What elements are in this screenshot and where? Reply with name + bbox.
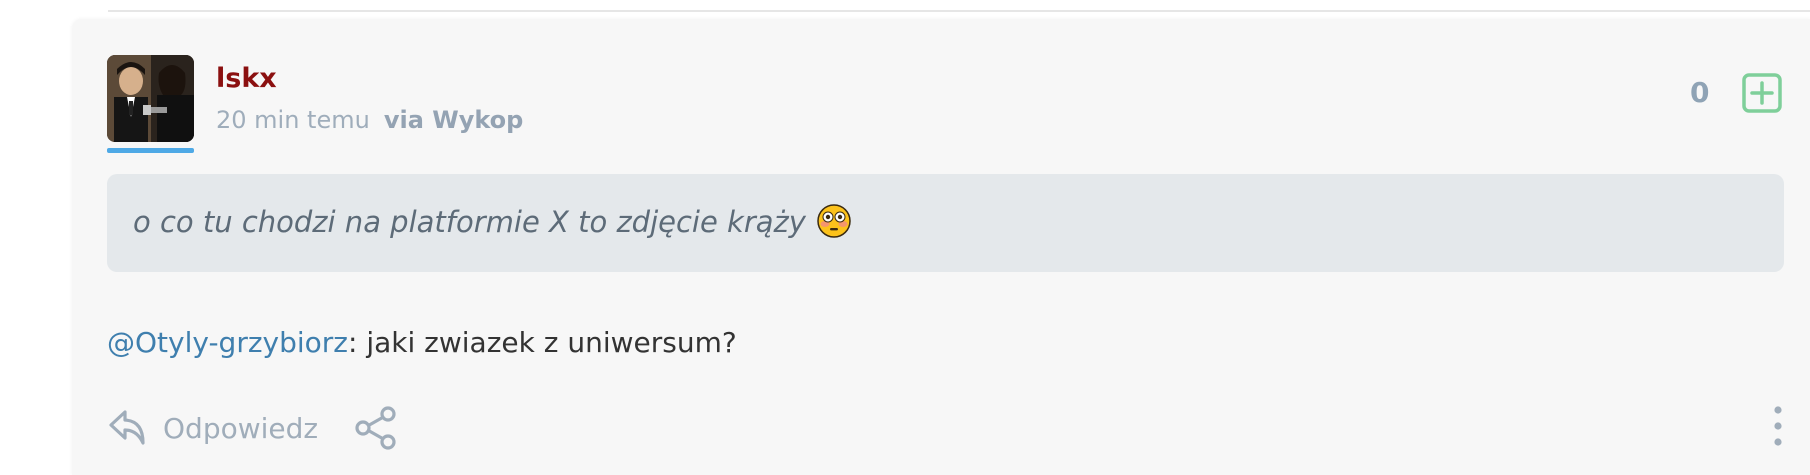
share-icon[interactable] (352, 404, 400, 452)
author-name[interactable]: lskx (216, 63, 277, 94)
avatar (107, 55, 194, 142)
reply-label: Odpowiedz (163, 411, 319, 445)
vote-count: 0 (1690, 76, 1710, 109)
avatar-underline (107, 148, 194, 153)
quote-text-line: o co tu chodzi na platformie X to zdjęci… (133, 203, 852, 239)
time-ago[interactable]: 20 min temu (216, 106, 370, 134)
plus-square-icon[interactable] (1742, 73, 1782, 113)
quote-text: o co tu chodzi na platformie X to zdjęci… (133, 205, 806, 239)
flushed-face-emoji (816, 203, 852, 239)
quoted-entry[interactable]: o co tu chodzi na platformie X to zdjęci… (107, 174, 1784, 272)
user-mention[interactable]: @Otyly-grzybiorz (107, 326, 348, 359)
avatar-link[interactable] (107, 55, 194, 155)
kebab-menu-icon[interactable] (1768, 404, 1788, 448)
divider (108, 10, 1810, 12)
comment-text: : jaki zwiazek z uniwersum? (348, 326, 737, 359)
reply-arrow-icon (107, 405, 149, 451)
comment-body: @Otyly-grzybiorz: jaki zwiazek z uniwers… (107, 326, 737, 359)
reply-button[interactable]: Odpowiedz (107, 402, 318, 454)
entry-meta: 20 min temu via Wykop (216, 106, 523, 134)
via-source[interactable]: via Wykop (384, 106, 524, 134)
